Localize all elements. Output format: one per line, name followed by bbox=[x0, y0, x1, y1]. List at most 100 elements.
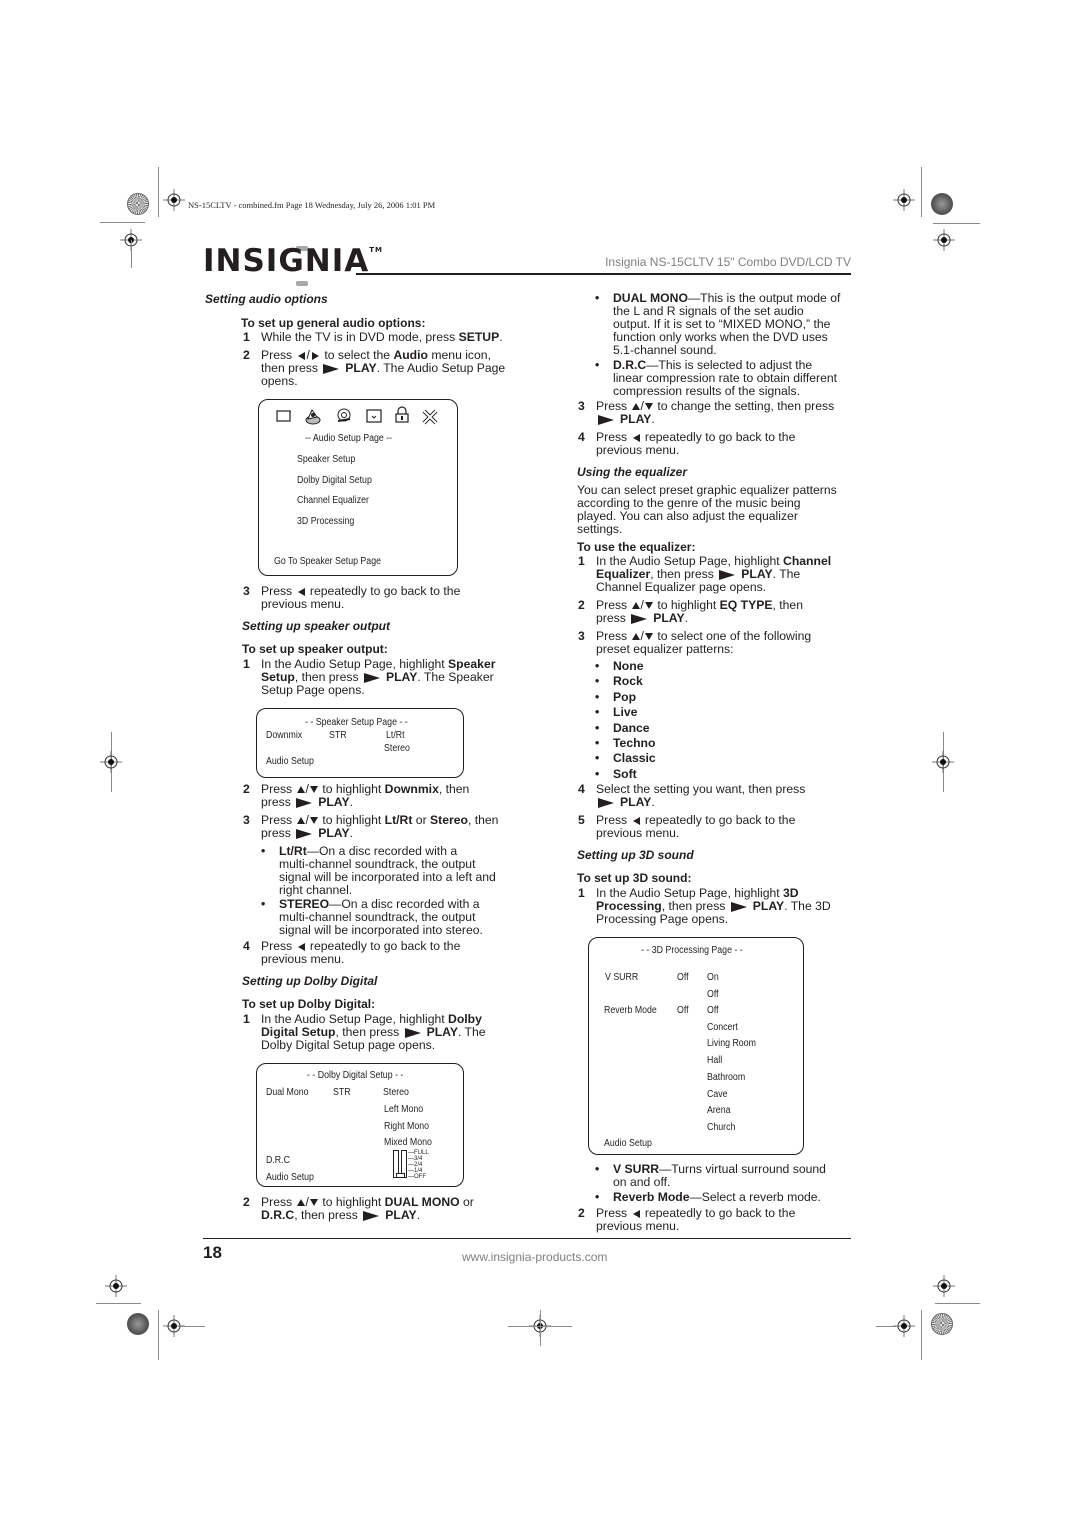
step-text: to highlight bbox=[318, 782, 385, 796]
option-left-mono[interactable]: Left Mono bbox=[384, 1104, 423, 1115]
up-arrow-icon bbox=[631, 633, 640, 641]
menu-item-channel-equalizer[interactable]: Channel Equalizer bbox=[297, 495, 369, 506]
header-title: Insignia NS-15CLTV 15" Combo DVD/LCD TV bbox=[605, 255, 851, 269]
step-number: 2 bbox=[243, 782, 250, 796]
setting-label-drc[interactable]: D.R.C bbox=[266, 1155, 290, 1166]
reverb-option[interactable]: Arena bbox=[707, 1105, 730, 1116]
step-number: 3 bbox=[243, 584, 250, 598]
step-text: Speaker bbox=[448, 657, 496, 671]
step-text: Stereo bbox=[430, 813, 468, 827]
reverb-option[interactable]: Off bbox=[707, 1005, 719, 1016]
menu-item-3d-processing[interactable]: 3D Processing bbox=[297, 516, 354, 527]
procedure-heading: To set up speaker output: bbox=[242, 642, 388, 656]
step-text: , then press bbox=[294, 670, 362, 684]
screen-title: - - Speaker Setup Page - - bbox=[305, 717, 408, 728]
bullet-text: multi-channel soundtrack, the output bbox=[279, 910, 476, 924]
crop-line bbox=[131, 240, 132, 268]
menu-item-speaker-setup[interactable]: Speaker Setup bbox=[297, 454, 355, 465]
crop-line bbox=[96, 1303, 141, 1304]
left-arrow-icon bbox=[632, 433, 640, 442]
play-icon bbox=[296, 828, 313, 839]
reverb-option[interactable]: Cave bbox=[707, 1089, 728, 1100]
step-text: While the TV is in DVD mode, press bbox=[261, 330, 459, 344]
setting-label-dual-mono[interactable]: Dual Mono bbox=[266, 1087, 309, 1098]
bullet-term: DUAL MONO bbox=[613, 291, 688, 305]
key-setup: SETUP bbox=[458, 330, 500, 344]
crop-line bbox=[158, 1310, 159, 1360]
audio-setup-screen: -- Audio Setup Page -- Speaker Setup Dol… bbox=[258, 399, 458, 576]
step-text: Press bbox=[596, 813, 631, 827]
eq-pattern-label: Pop bbox=[613, 689, 637, 704]
reverb-option[interactable]: Concert bbox=[707, 1022, 738, 1033]
step-text: repeatedly to go back to the bbox=[641, 813, 796, 827]
bullet-dot: • bbox=[595, 1190, 600, 1204]
step-text: repeatedly to go back to the bbox=[306, 939, 461, 953]
section-heading-3d-sound: Setting up 3D sound bbox=[577, 848, 694, 862]
bullet-term: STEREO bbox=[279, 897, 330, 911]
step-text: Press bbox=[261, 939, 296, 953]
step-text: Setup Page opens. bbox=[261, 683, 365, 697]
bullet-text: —Select a reverb mode. bbox=[689, 1190, 821, 1204]
screen-footer[interactable]: Audio Setup bbox=[266, 1172, 314, 1183]
eq-pattern-label: Dance bbox=[613, 720, 650, 735]
key-play: PLAY bbox=[620, 412, 652, 426]
option-mixed-mono[interactable]: Mixed Mono bbox=[384, 1137, 432, 1148]
step-text: Channel Equalizer page opens. bbox=[596, 580, 767, 594]
menu-item-dolby-digital-setup[interactable]: Dolby Digital Setup bbox=[297, 475, 372, 486]
option-lt-rt[interactable]: Lt/Rt bbox=[386, 730, 405, 741]
crop-line bbox=[180, 1326, 205, 1327]
setting-label-v-surr[interactable]: V SURR bbox=[605, 972, 638, 983]
website-link[interactable]: www.insignia-products.com bbox=[462, 1250, 607, 1264]
eq-pattern-label: Rock bbox=[613, 674, 643, 689]
option-right-mono[interactable]: Right Mono bbox=[384, 1121, 429, 1132]
bullet-text: —Turns virtual surround sound bbox=[659, 1162, 826, 1176]
step-text: Press bbox=[261, 782, 296, 796]
down-arrow-icon bbox=[309, 817, 318, 825]
screen-footer[interactable]: Audio Setup bbox=[604, 1138, 652, 1149]
option-off[interactable]: Off bbox=[707, 989, 719, 1000]
setting-label-downmix[interactable]: Downmix bbox=[266, 730, 302, 741]
crop-line bbox=[540, 1310, 541, 1346]
step-text: previous menu. bbox=[261, 952, 345, 966]
step-number: 4 bbox=[578, 430, 585, 444]
reverb-option[interactable]: Hall bbox=[707, 1055, 722, 1066]
step-text: Equalizer bbox=[596, 567, 651, 581]
registration-mark-icon bbox=[893, 1315, 915, 1337]
step-text: , then press bbox=[650, 567, 718, 581]
left-arrow-icon bbox=[632, 1209, 640, 1218]
up-arrow-icon bbox=[296, 786, 305, 794]
slider-label: —OFF bbox=[408, 1174, 426, 1180]
setting-label-reverb-mode[interactable]: Reverb Mode bbox=[604, 1005, 657, 1016]
screen-footer[interactable]: Audio Setup bbox=[266, 756, 314, 767]
dolby-digital-setup-screen: - - Dolby Digital Setup - - Dual Mono ST… bbox=[256, 1063, 464, 1187]
section-heading-dolby: Setting up Dolby Digital bbox=[242, 974, 378, 988]
option-stereo[interactable]: Stereo bbox=[383, 1087, 409, 1098]
step-text: Digital Setup bbox=[261, 1025, 336, 1039]
reverb-option[interactable]: Living Room bbox=[707, 1038, 756, 1049]
slider-thumb[interactable] bbox=[396, 1173, 405, 1178]
bullet-term: Lt/Rt bbox=[279, 844, 307, 858]
registration-mark-icon bbox=[105, 1275, 127, 1297]
reverb-options: Off Concert Living Room Hall Bathroom Cave Are… bbox=[707, 1005, 797, 1145]
crop-line bbox=[100, 222, 145, 223]
paragraph-text: You can select preset graphic equalizer … bbox=[577, 483, 837, 497]
step-text: EQ TYPE bbox=[719, 598, 773, 612]
bullet-dot: • bbox=[595, 705, 600, 720]
reverb-option[interactable]: Church bbox=[707, 1122, 735, 1133]
eq-pattern-label: Live bbox=[613, 705, 638, 720]
step-text: to select the bbox=[320, 348, 394, 362]
step-text: Press bbox=[596, 598, 631, 612]
step-text: Processing Page opens. bbox=[596, 912, 729, 926]
reverb-option[interactable]: Bathroom bbox=[707, 1072, 745, 1083]
option-on[interactable]: On bbox=[707, 972, 719, 983]
step-text: Press bbox=[596, 629, 631, 643]
option-stereo[interactable]: Stereo bbox=[384, 743, 410, 754]
step-text: Press bbox=[596, 1206, 631, 1220]
drc-slider[interactable]: —FULL —3/4 —2/4 —1/4 —OFF bbox=[393, 1150, 433, 1184]
step-text: repeatedly to go back to the bbox=[641, 430, 796, 444]
step-text: to highlight bbox=[318, 813, 385, 827]
crop-line bbox=[933, 223, 980, 224]
key-play: PLAY bbox=[752, 899, 785, 913]
section-heading-speaker-output: Setting up speaker output bbox=[242, 619, 391, 633]
down-arrow-icon bbox=[309, 786, 318, 794]
